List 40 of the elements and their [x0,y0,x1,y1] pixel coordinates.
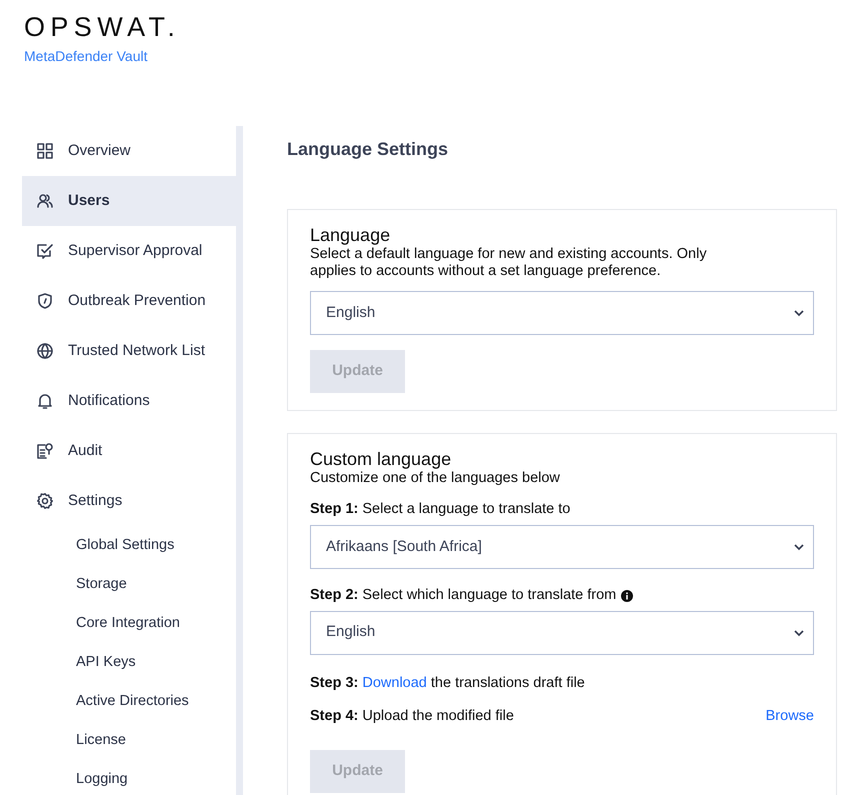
nav-item[interactable]: Users [22,176,236,226]
shield-icon [36,292,54,310]
nav-item[interactable]: Overview [22,126,236,176]
page-title: Language Settings [287,138,450,161]
bell-icon [36,392,54,410]
checked-message-icon [36,242,54,260]
info-icon [621,590,634,602]
browse-link[interactable]: Browse [766,706,814,728]
grid-icon [36,142,54,160]
step-label: Step 3: Download the translations draft file [310,674,586,692]
nav-subitem[interactable]: Global Settings [22,526,236,565]
logo: OPSWAT. [24,12,182,42]
card-title: Custom language [310,448,452,470]
nav-subitem[interactable]: Core Integration [22,604,236,643]
step-label: Step 1: Select a language to translate to [310,500,572,519]
product-name: MetaDefender Vault [24,47,148,66]
users-icon [36,192,54,210]
nav-subitem[interactable]: Storage [22,565,236,604]
nav-subitem[interactable]: API Keys [22,643,236,682]
nav-item[interactable]: Supervisor Approval [22,226,236,276]
card-title: Language [310,224,392,246]
card-description: Customize one of the languages below [310,470,561,487]
language-select[interactable]: English [310,610,814,654]
language-select[interactable]: English [310,291,814,335]
nav-subitem[interactable]: Active Directories [22,682,236,721]
nav-item[interactable]: Notifications [22,376,236,426]
card-description: Select a default language for new and existing accounts. Only applies to accounts without a set language preference. [310,246,708,280]
language-select[interactable]: Afrikaans [South Africa] [310,524,814,569]
globe-icon [36,342,54,360]
step-label: Step 2: Select which language to translate from [310,586,616,605]
nav-subitem[interactable]: License [22,721,236,760]
gear-icon [36,492,54,510]
nav-item[interactable]: Audit [22,426,236,476]
nav-item[interactable]: Outbreak Prevention [22,276,236,326]
step-label: Step 4: Upload the modified file [310,707,514,726]
document-search-icon [36,442,54,460]
download-link[interactable]: Download [362,674,427,690]
nav-item[interactable]: Trusted Network List [22,326,236,376]
nav-subitem[interactable]: Logging [22,760,236,795]
nav-item[interactable]: Settings [22,476,236,526]
